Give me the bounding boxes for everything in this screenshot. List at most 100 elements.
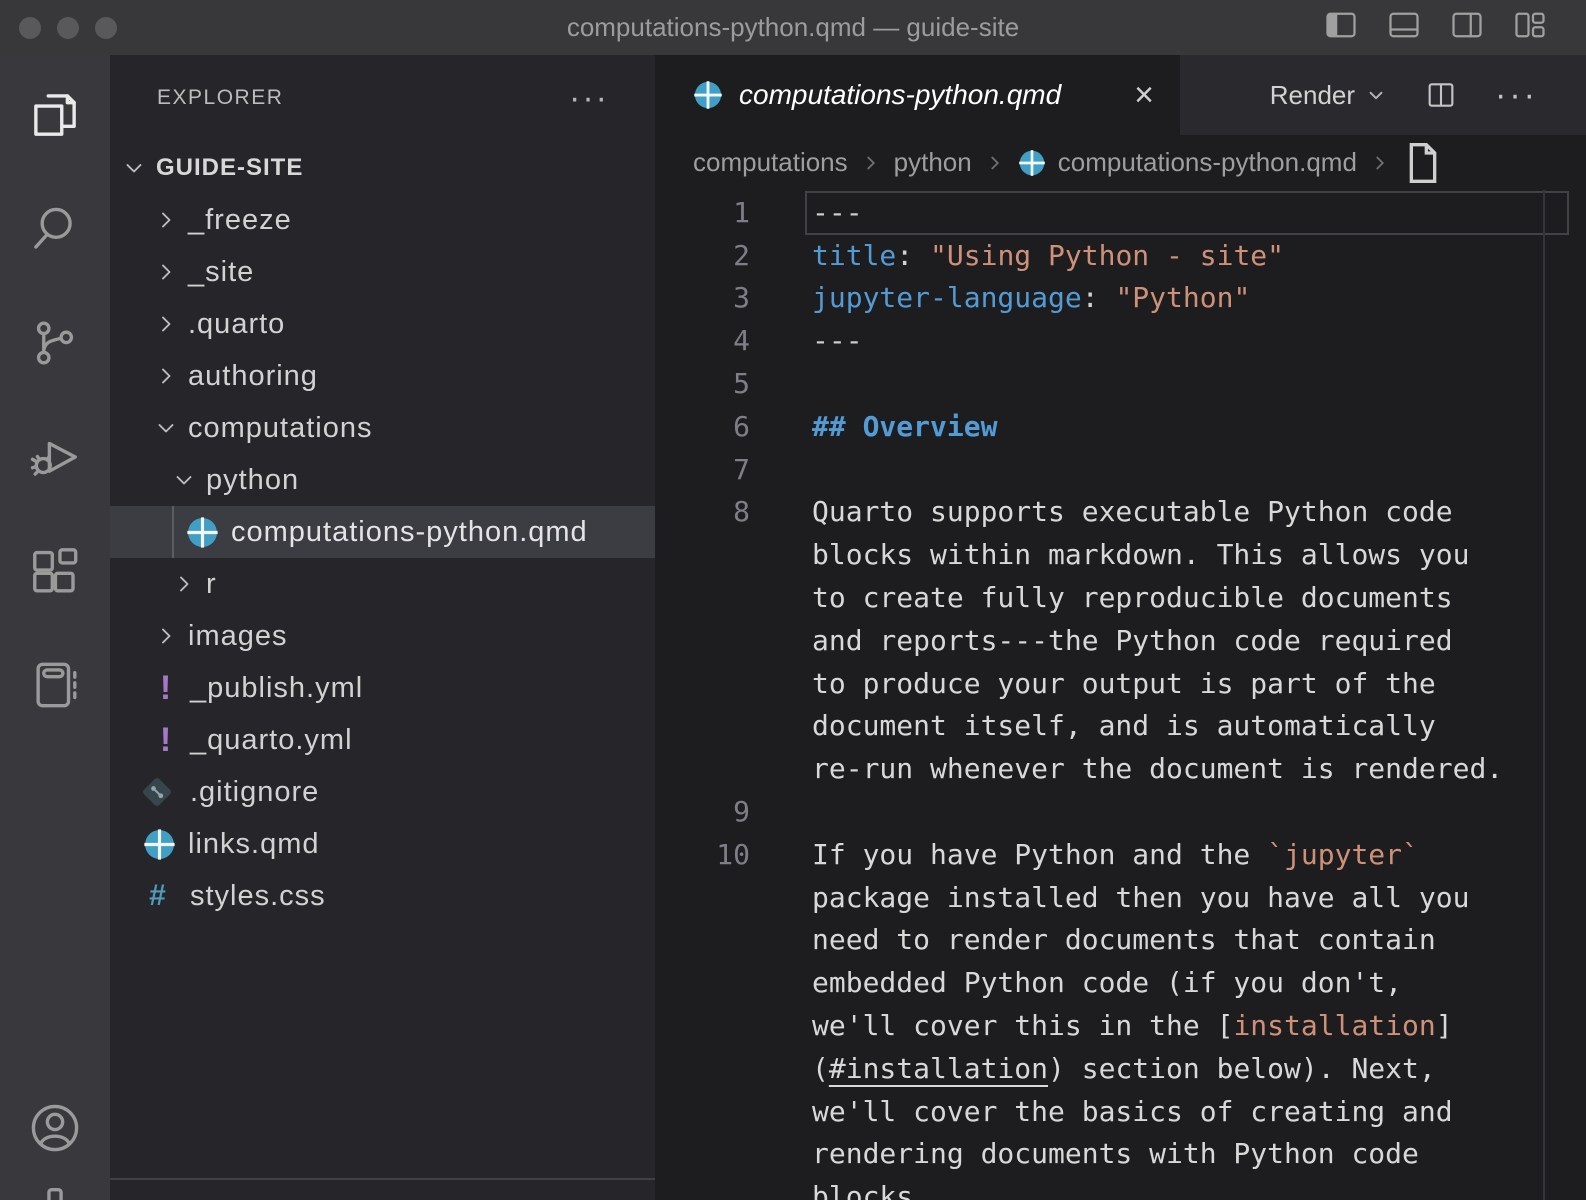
tree-item-.quarto[interactable]: .quarto [110,298,655,350]
breadcrumb-file[interactable]: computations-python.qmd [1058,147,1357,178]
code-line[interactable]: 1 --- [655,191,1586,234]
line-number: 10 [655,838,750,871]
tree-item-styles.css[interactable]: #styles.css [110,870,655,922]
code-text: Quarto supports executable Python code [812,495,1453,528]
tree-item-label: python [206,464,299,497]
code-editor[interactable]: 1 --- 2title: "Using Python - site"3jupyte… [655,190,1586,1200]
tree-item-computations[interactable]: computations [110,402,655,454]
git-icon [138,773,176,811]
close-tab-icon[interactable]: × [1134,78,1154,112]
code-line[interactable]: rendering documents with Python code [655,1133,1586,1176]
code-text: title: "Using Python - site" [812,239,1284,272]
code-line[interactable]: need to render documents that contain [655,919,1586,962]
tree-item-label: computations-python.qmd [231,516,588,549]
activity-search-icon[interactable] [27,201,83,257]
installation-anchor-link[interactable]: #installation [829,1052,1048,1085]
tree-item-links.qmd[interactable]: links.qmd [110,818,655,870]
tree-item-r[interactable]: r [110,558,655,610]
toggle-panel-icon[interactable] [1386,7,1422,48]
settings-gear-icon[interactable] [27,1186,83,1200]
activity-extensions-icon[interactable] [27,543,83,599]
code-line[interactable]: (#installation) section below). Next, [655,1047,1586,1090]
code-text: we'll cover this in the [installation] [812,1009,1453,1042]
code-line[interactable]: 7 [655,448,1586,491]
activity-source-control-icon[interactable] [27,315,83,371]
activity-run-and-debug-icon[interactable] [27,429,83,485]
quarto-file-icon [1018,149,1046,177]
explorer-more-actions-icon[interactable]: ··· [569,88,609,108]
breadcrumb-python[interactable]: python [894,147,972,178]
tree-item-images[interactable]: images [110,610,655,662]
close-button[interactable] [19,17,41,39]
code-line[interactable]: embedded Python code (if you don't, [655,961,1586,1004]
activity-notebook-icon[interactable] [27,657,83,713]
split-editor-icon[interactable] [1425,79,1457,111]
quarto-file-icon [186,516,219,549]
breadcrumb-computations[interactable]: computations [693,147,848,178]
code-line[interactable]: 5 [655,362,1586,405]
code-text: jupyter-language: "Python" [812,281,1250,314]
line-number: 1 [655,196,750,229]
toggle-secondary-sidebar-icon[interactable] [1449,7,1485,48]
code-line[interactable]: 2title: "Using Python - site" [655,234,1586,277]
tree-item-label: _quarto.yml [190,724,353,757]
breadcrumb: computations python computations-python.… [655,135,1586,190]
code-line[interactable]: 8 Quarto supports executable Python code [655,491,1586,534]
code-line[interactable]: 9 [655,790,1586,833]
code-line[interactable]: blocks within markdown. This allows you [655,533,1586,576]
code-text: and reports---the Python code required [812,624,1453,657]
tab-bar: computations-python.qmd × Render ··· [655,55,1586,135]
tree-item-.gitignore[interactable]: .gitignore [110,766,655,818]
render-button[interactable]: Render [1270,80,1387,111]
tree-item-_publish.yml[interactable]: !_publish.yml [110,662,655,714]
chevron-right-icon [154,312,178,336]
tree-item-GUIDE-SITE[interactable]: GUIDE-SITE [110,142,655,194]
outline-divider [110,1178,655,1180]
tree-item-python[interactable]: python [110,454,655,506]
code-line[interactable]: to create fully reproducible documents [655,576,1586,619]
toggle-sidebar-icon[interactable] [1323,7,1359,48]
activity-explorer-icon[interactable] [27,87,83,143]
code-line[interactable]: we'll cover the basics of creating and [655,1090,1586,1133]
code-text: we'll cover the basics of creating and [812,1095,1453,1128]
tree-item-label: .quarto [188,308,285,341]
account-icon[interactable] [27,1100,83,1156]
tree-item-authoring[interactable]: authoring [110,350,655,402]
code-text: --- [812,196,863,229]
code-line[interactable]: we'll cover this in the [installation] [655,1004,1586,1047]
customize-layout-icon[interactable] [1512,7,1548,48]
line-number: 8 [655,495,750,528]
code-line[interactable]: document itself, and is automatically [655,705,1586,748]
explorer-title: EXPLORER [157,86,283,110]
line-number: 4 [655,324,750,357]
code-text: ## Overview [812,410,997,443]
code-text: (#installation) section below). Next, [812,1052,1436,1085]
yaml-icon: ! [156,721,176,760]
vscode-window: computations-python.qmd — guide-site EXP… [0,0,1586,1200]
tree-item-_freeze[interactable]: _freeze [110,194,655,246]
outline-section-header[interactable]: OUTLINE [110,1186,655,1200]
render-label: Render [1270,80,1355,111]
minimize-button[interactable] [57,17,79,39]
tab-computations-python[interactable]: computations-python.qmd × [655,55,1180,135]
code-line[interactable]: blocks. [655,1175,1586,1200]
code-line[interactable]: 3jupyter-language: "Python" [655,277,1586,320]
tree-item-label: _site [188,256,254,289]
title-bar: computations-python.qmd — guide-site [0,0,1586,55]
code-line[interactable]: and reports---the Python code required [655,619,1586,662]
chevron-down-icon [154,416,178,440]
tree-item-_quarto.yml[interactable]: ! _quarto.yml [110,714,655,766]
code-line[interactable]: 4--- [655,319,1586,362]
chevron-right-icon [1369,152,1391,174]
tree-item-_site[interactable]: _site [110,246,655,298]
tree-item-computations-python.qmd[interactable]: computations-python.qmd [110,506,655,558]
code-line[interactable]: re-run whenever the document is rendered… [655,747,1586,790]
code-line[interactable]: package installed then you have all you [655,876,1586,919]
code-line[interactable]: 6## Overview [655,405,1586,448]
code-line[interactable]: 10If you have Python and the `jupyter` [655,833,1586,876]
zoom-button[interactable] [95,17,117,39]
css-icon: # [146,879,170,913]
line-number: 5 [655,367,750,400]
code-line[interactable]: to produce your output is part of the [655,662,1586,705]
more-actions-icon[interactable]: ··· [1495,85,1538,105]
